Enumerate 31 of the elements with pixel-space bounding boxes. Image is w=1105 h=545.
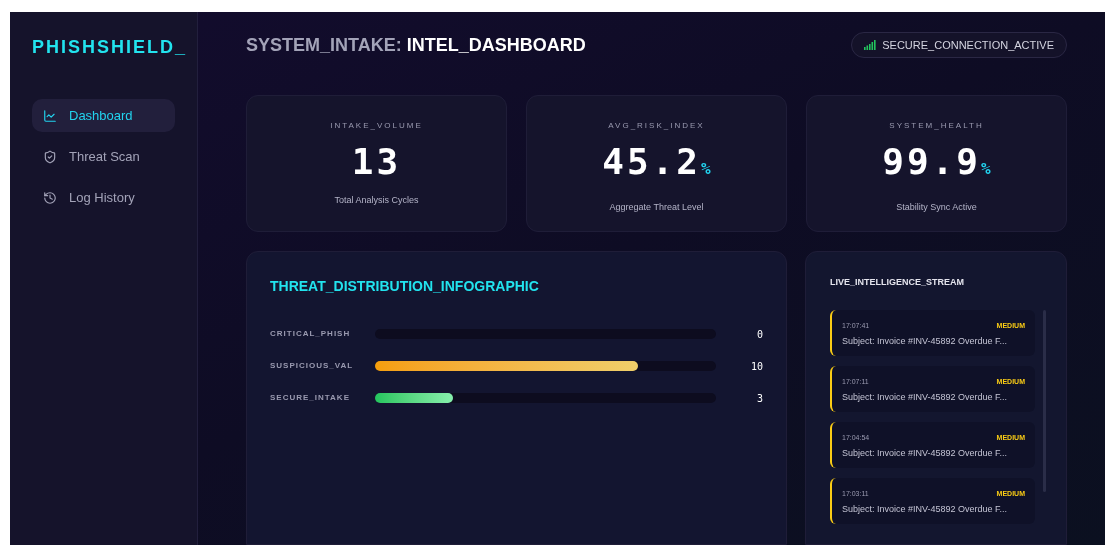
item-subject: Subject: Invoice #INV-45892 Overdue F... bbox=[842, 447, 1009, 460]
stat-caption: Total Analysis Cycles bbox=[334, 194, 419, 207]
panel-title: THREAT_DISTRIBUTION_INFOGRAPHIC bbox=[270, 277, 540, 296]
stat-value: 99.9% bbox=[882, 142, 991, 184]
nav-item[interactable]: Dashboard bbox=[32, 99, 175, 132]
bar-count: 10 bbox=[749, 359, 763, 374]
logo: PHISHSHIELD_ bbox=[32, 36, 189, 59]
item-subject: Subject: Invoice #INV-45892 Overdue F... bbox=[842, 391, 1009, 404]
stat-caption: Stability Sync Active bbox=[896, 201, 977, 214]
stat-label: INTAKE_VOLUME bbox=[330, 120, 423, 132]
signal-icon bbox=[864, 40, 877, 50]
item-subject: Subject: Invoice #INV-45892 Overdue F... bbox=[842, 335, 1009, 348]
stat-value: 45.2% bbox=[602, 142, 711, 184]
chart-icon bbox=[43, 108, 57, 123]
bar-label: SUSPICIOUS_VAL bbox=[270, 360, 355, 372]
bar-label: CRITICAL_PHISH bbox=[270, 328, 352, 340]
shield-icon bbox=[43, 149, 57, 164]
bar-count: 0 bbox=[755, 327, 763, 342]
stat-label: SYSTEM_HEALTH bbox=[889, 120, 984, 132]
bar-label: SECURE_INTAKE bbox=[270, 392, 351, 404]
panel-title: LIVE_INTELLIGENCE_STREAM bbox=[830, 276, 965, 289]
history-icon bbox=[43, 190, 57, 205]
bar-count: 3 bbox=[755, 391, 763, 406]
page-title: SYSTEM_INTAKE: INTEL_DASHBOARD bbox=[246, 33, 586, 57]
nav-item[interactable]: Threat Scan bbox=[32, 140, 175, 173]
stat-caption: Aggregate Threat Level bbox=[609, 201, 704, 214]
item-subject: Subject: Invoice #INV-45892 Overdue F... bbox=[842, 503, 1009, 516]
nav-item[interactable]: Log History bbox=[32, 181, 175, 214]
stat-label: AVG_RISK_INDEX bbox=[608, 120, 705, 132]
stat-value: 13 bbox=[351, 142, 402, 182]
status-pill: SECURE_CONNECTION_ACTIVE bbox=[851, 32, 1067, 58]
